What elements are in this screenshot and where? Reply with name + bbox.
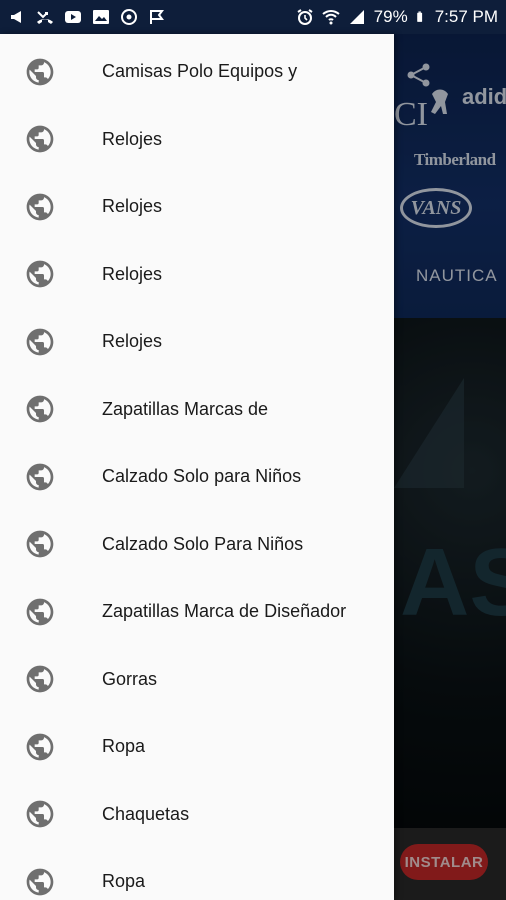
globe-icon xyxy=(26,598,54,625)
navigation-drawer: Camisas Polo Equipos y Relojes Relojes Relo… xyxy=(0,34,394,900)
globe-icon xyxy=(26,463,54,490)
drawer-item[interactable]: Ropa xyxy=(0,713,394,780)
drawer-item-label: Relojes xyxy=(102,331,163,351)
globe-icon xyxy=(26,395,54,423)
clock: 7:57 PM xyxy=(434,7,498,26)
drawer-item[interactable]: Ropa xyxy=(0,848,394,900)
drawer-item-label: Relojes xyxy=(102,128,163,149)
megaphone-icon xyxy=(11,11,21,23)
drawer-item[interactable]: Relojes xyxy=(0,106,394,173)
globe-icon xyxy=(26,58,54,85)
drawer-item-label: Zapatillas Marcas de xyxy=(102,398,269,419)
globe-icon xyxy=(26,800,54,828)
drawer-item-label: Gorras xyxy=(102,668,158,689)
globe-icon xyxy=(26,530,54,558)
globe-icon xyxy=(26,733,54,760)
background-app: CI adid Timberland VANS NAUTICA AS INSTA… xyxy=(394,34,506,900)
notification-icons xyxy=(8,8,166,26)
globe-icon xyxy=(26,328,54,355)
drawer-item-label: Relojes xyxy=(102,263,163,284)
wifi-icon xyxy=(322,10,340,25)
drawer-item[interactable]: Camisas Polo Equipos y xyxy=(0,38,394,105)
missed-call-icon xyxy=(37,11,53,24)
drawer-item[interactable]: Relojes xyxy=(0,241,394,308)
globe-icon xyxy=(26,125,54,153)
youtube-icon xyxy=(65,11,81,23)
drawer-item[interactable]: Zapatillas Marcas de xyxy=(0,376,394,443)
drawer-item[interactable]: Relojes xyxy=(0,308,394,375)
drawer-item-label: Zapatillas Marca de Diseñador xyxy=(102,601,347,621)
flag-icon xyxy=(150,10,164,24)
drawer-item-label: Ropa xyxy=(102,736,146,756)
status-bar: 79% 7:57 PM xyxy=(0,0,506,34)
battery-percent: 79% xyxy=(373,7,408,26)
alarm-icon xyxy=(297,9,313,25)
drawer-item-label: Calzado Solo Para Niños xyxy=(102,533,304,554)
globe-icon xyxy=(26,193,54,220)
drawer-item[interactable]: Gorras xyxy=(0,646,394,713)
image-icon xyxy=(93,10,109,24)
system-status: 79% 7:57 PM xyxy=(296,7,498,27)
globe-icon xyxy=(26,665,54,693)
drawer-item[interactable]: Calzado Solo para Niños xyxy=(0,443,394,510)
battery-icon xyxy=(416,11,422,22)
drawer-item-label: Ropa xyxy=(102,871,146,891)
drawer-scrim[interactable] xyxy=(394,34,506,900)
app-circle-icon xyxy=(121,9,137,25)
drawer-item-label: Camisas Polo Equipos y xyxy=(102,61,298,81)
drawer-item[interactable]: Relojes xyxy=(0,173,394,240)
drawer-item[interactable]: Chaquetas xyxy=(0,781,394,848)
drawer-item[interactable]: Zapatillas Marca de Diseñador xyxy=(0,578,394,645)
drawer-item-label: Relojes xyxy=(102,196,163,216)
signal-icon xyxy=(349,10,364,24)
drawer-item-label: Calzado Solo para Niños xyxy=(102,466,302,486)
globe-icon xyxy=(26,868,54,895)
globe-icon xyxy=(26,260,54,288)
drawer-item-label: Chaquetas xyxy=(102,803,190,824)
drawer-item[interactable]: Calzado Solo Para Niños xyxy=(0,511,394,578)
